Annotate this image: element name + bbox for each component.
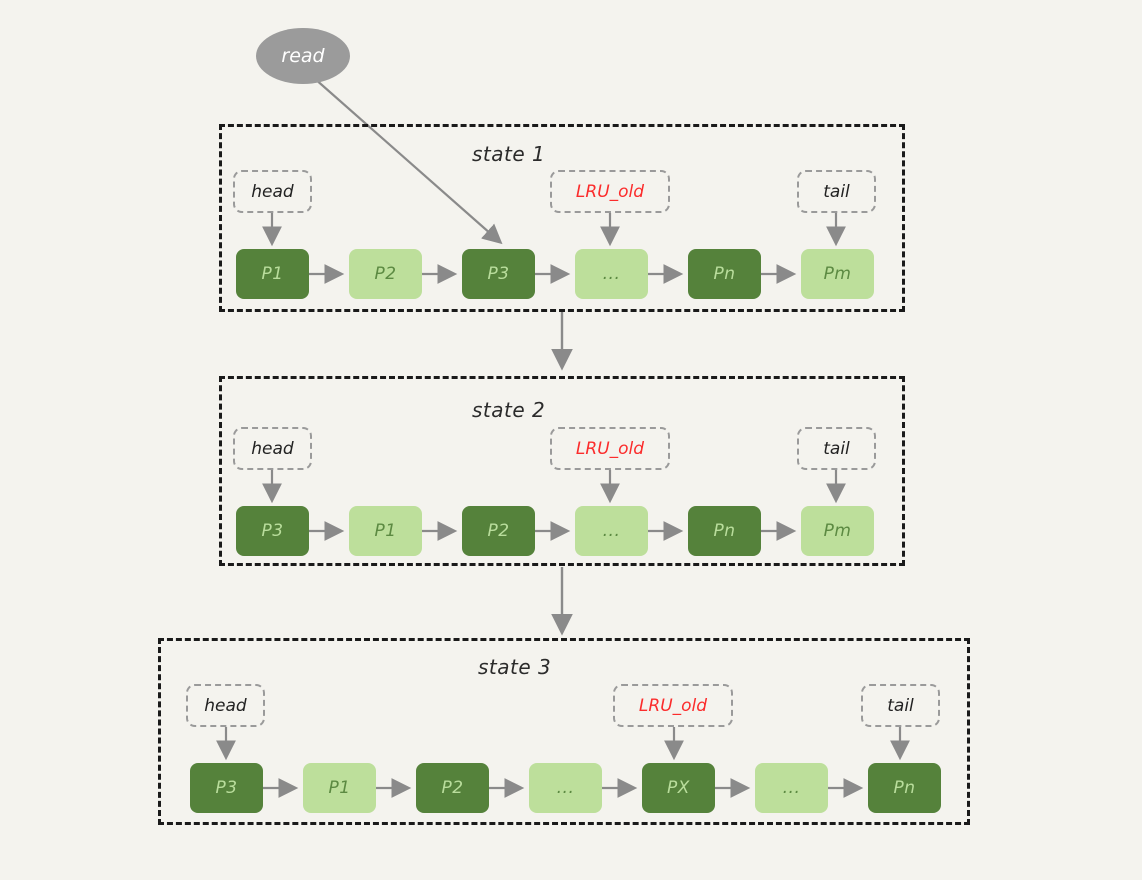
node-label: Pm — [823, 264, 852, 284]
state-1-pointer-tail[interactable]: tail — [797, 170, 876, 213]
pointer-label: tail — [887, 695, 914, 716]
state-2-pointer-head[interactable]: head — [233, 427, 312, 470]
node-label: Pn — [713, 521, 736, 541]
state-3-pointer-tail[interactable]: tail — [861, 684, 940, 727]
state-3-node-2[interactable]: P2 — [416, 763, 489, 813]
node-label: Pn — [713, 264, 736, 284]
state-1-node-3[interactable]: ... — [575, 249, 648, 299]
state-3-node-1[interactable]: P1 — [303, 763, 376, 813]
state-2-node-3[interactable]: ... — [575, 506, 648, 556]
state-2-pointer-tail[interactable]: tail — [797, 427, 876, 470]
state-1-pointer-head[interactable]: head — [233, 170, 312, 213]
state-3-pointer-lru-old[interactable]: LRU_old — [613, 684, 733, 727]
state-1-node-0[interactable]: P1 — [236, 249, 309, 299]
node-label: Pm — [823, 521, 852, 541]
node-label: ... — [602, 264, 621, 284]
state-3-node-6[interactable]: Pn — [868, 763, 941, 813]
node-label: P1 — [374, 521, 397, 541]
node-label: P3 — [215, 778, 238, 798]
state-2-node-2[interactable]: P2 — [462, 506, 535, 556]
pointer-label: LRU_old — [575, 181, 645, 202]
read-node-label: read — [281, 45, 325, 67]
state-3-pointer-head[interactable]: head — [186, 684, 265, 727]
state-1-title: state 1 — [472, 142, 546, 166]
node-label: ... — [556, 778, 575, 798]
node-label: P2 — [487, 521, 510, 541]
state-3-node-4[interactable]: PX — [642, 763, 715, 813]
node-label: ... — [782, 778, 801, 798]
state-2-title: state 2 — [472, 398, 546, 422]
state-2-node-5[interactable]: Pm — [801, 506, 874, 556]
state-3-node-5[interactable]: ... — [755, 763, 828, 813]
state-1-node-4[interactable]: Pn — [688, 249, 761, 299]
state-2-pointer-lru-old[interactable]: LRU_old — [550, 427, 670, 470]
state-1-node-5[interactable]: Pm — [801, 249, 874, 299]
node-label: P2 — [374, 264, 397, 284]
state-1-node-1[interactable]: P2 — [349, 249, 422, 299]
node-label: P1 — [261, 264, 284, 284]
state-3-node-0[interactable]: P3 — [190, 763, 263, 813]
state-1-node-2[interactable]: P3 — [462, 249, 535, 299]
pointer-label: LRU_old — [638, 695, 708, 716]
state-3-title: state 3 — [478, 655, 552, 679]
node-label: P3 — [261, 521, 284, 541]
node-label: ... — [602, 521, 621, 541]
pointer-label: tail — [823, 438, 850, 459]
pointer-label: head — [204, 695, 247, 716]
state-3-node-3[interactable]: ... — [529, 763, 602, 813]
node-label: P2 — [441, 778, 464, 798]
node-label: Pn — [893, 778, 916, 798]
pointer-label: head — [251, 438, 294, 459]
pointer-label: LRU_old — [575, 438, 645, 459]
node-label: PX — [667, 778, 690, 798]
pointer-label: head — [251, 181, 294, 202]
state-1-pointer-lru-old[interactable]: LRU_old — [550, 170, 670, 213]
node-label: P3 — [487, 264, 510, 284]
state-2-node-4[interactable]: Pn — [688, 506, 761, 556]
node-label: P1 — [328, 778, 351, 798]
state-2-node-1[interactable]: P1 — [349, 506, 422, 556]
read-node[interactable]: read — [256, 28, 350, 84]
state-2-node-0[interactable]: P3 — [236, 506, 309, 556]
pointer-label: tail — [823, 181, 850, 202]
